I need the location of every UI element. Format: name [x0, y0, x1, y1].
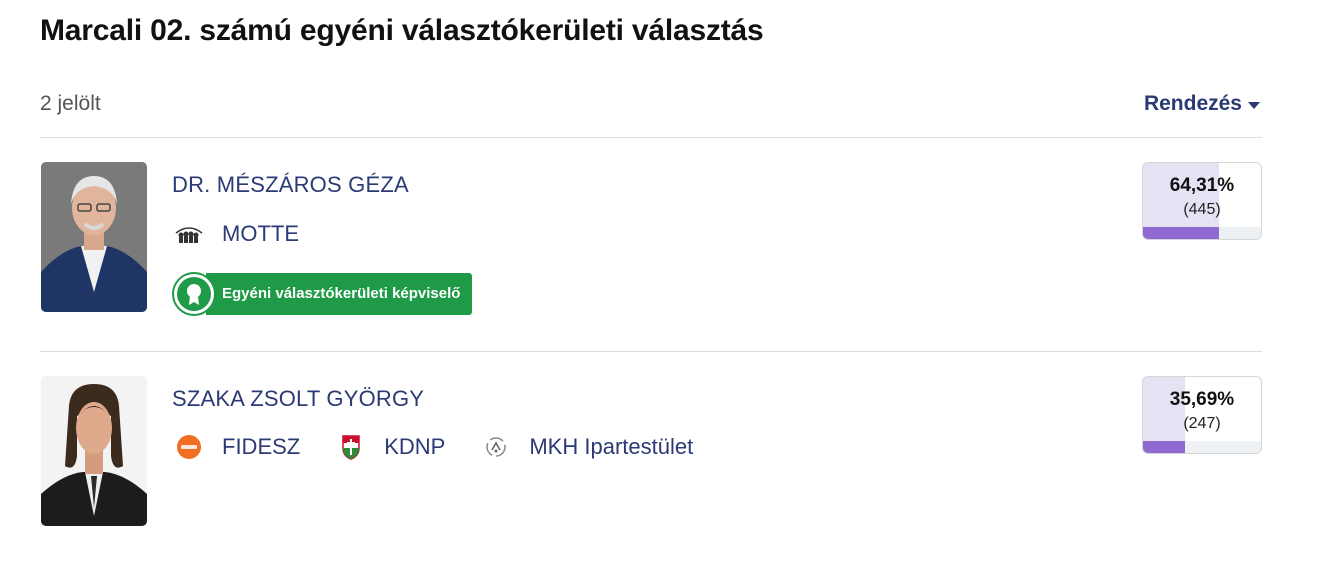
vote-progress-fill	[1143, 441, 1186, 453]
motte-logo-icon	[172, 217, 206, 251]
kdnp-logo-icon	[334, 430, 368, 464]
party-name: FIDESZ	[222, 434, 301, 459]
vote-percent: 35,69%	[1169, 389, 1235, 410]
sort-label: Rendezés	[1143, 92, 1242, 115]
sort-dropdown[interactable]: Rendezés	[1144, 92, 1260, 116]
fidesz-logo-icon	[172, 430, 206, 464]
vote-result: 35,69% (247)	[1142, 376, 1262, 454]
party-list: FIDESZ KDNP MKH Ipartestület	[172, 430, 727, 464]
vote-progress-bar	[1143, 227, 1261, 239]
vote-result: 64,31% (445)	[1142, 162, 1262, 240]
divider	[40, 137, 1262, 138]
party-name: KDNP	[384, 434, 446, 459]
candidate-photo[interactable]	[41, 376, 147, 526]
elected-badge: Egyéni választókerületi képviselő	[172, 272, 473, 316]
party-item[interactable]: KDNP	[334, 430, 445, 464]
party-item[interactable]: MOTTE	[172, 217, 299, 251]
party-name: MOTTE	[222, 221, 299, 246]
vote-progress-fill	[1143, 227, 1219, 239]
vote-progress-bar	[1143, 441, 1261, 453]
party-item[interactable]: MKH Ipartestület	[479, 430, 693, 464]
caret-down-icon	[1248, 101, 1260, 109]
vote-percent: 64,31%	[1169, 175, 1235, 196]
divider	[40, 351, 1262, 352]
page-title: Marcali 02. számú egyéni választókerület…	[40, 14, 764, 47]
party-list: MOTTE	[172, 217, 333, 251]
party-item[interactable]: FIDESZ	[172, 430, 300, 464]
vote-count: (247)	[1183, 415, 1221, 432]
award-icon	[172, 272, 216, 316]
candidate-photo[interactable]	[41, 162, 147, 312]
mkh-logo-icon	[479, 430, 513, 464]
candidate-name[interactable]: SZAKA ZSOLT GYÖRGY	[172, 386, 424, 412]
vote-count: (445)	[1183, 201, 1221, 218]
party-name: MKH Ipartestület	[529, 434, 694, 459]
elected-badge-label: Egyéni választókerületi képviselő	[206, 273, 473, 315]
candidate-count: 2 jelölt	[40, 92, 101, 115]
candidate-name[interactable]: DR. MÉSZÁROS GÉZA	[172, 172, 409, 198]
